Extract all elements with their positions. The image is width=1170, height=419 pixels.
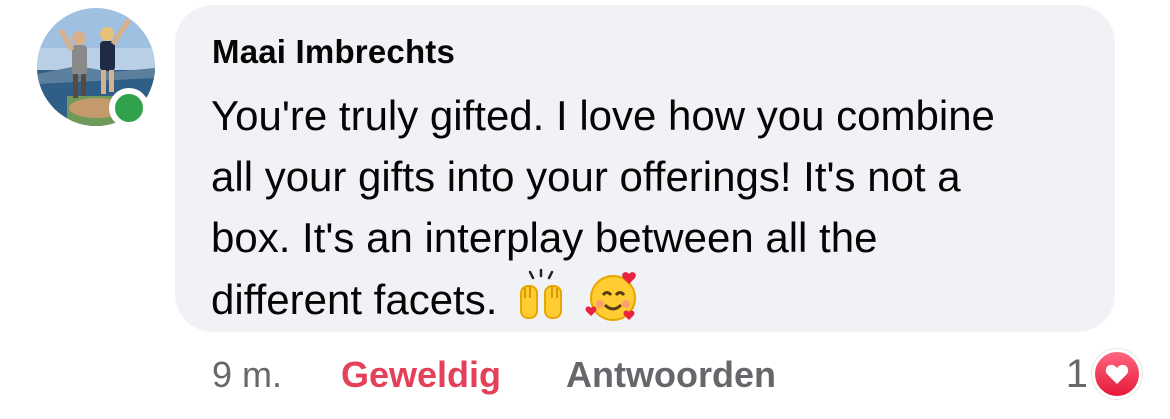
comment-bubble: Maai Imbrechts You're truly gifted. I lo…: [175, 5, 1115, 332]
raising-hands-icon: [520, 268, 563, 319]
comment-timestamp[interactable]: 9 m.: [212, 353, 282, 397]
comment-author-name[interactable]: Maai Imbrechts: [212, 33, 455, 71]
online-status-dot: [109, 88, 149, 128]
smiling-face-with-hearts-icon: [585, 272, 636, 321]
react-button[interactable]: Geweldig: [341, 353, 501, 397]
comment-text-line: box. It's an interplay between all the: [211, 214, 878, 261]
comment-text: You're truly gifted. I love how you comb…: [211, 85, 1091, 330]
love-reaction-icon: [1092, 349, 1142, 399]
reaction-summary[interactable]: 1: [1066, 349, 1142, 399]
comment-text-line: all your gifts into your offerings! It's…: [211, 153, 961, 200]
comment-text-line-last: different facets.: [211, 268, 1091, 330]
reply-button[interactable]: Antwoorden: [566, 353, 776, 397]
reaction-count: 1: [1065, 351, 1088, 396]
comment-text-line: You're truly gifted. I love how you comb…: [211, 92, 995, 139]
comment-text-line: different facets.: [211, 276, 498, 323]
